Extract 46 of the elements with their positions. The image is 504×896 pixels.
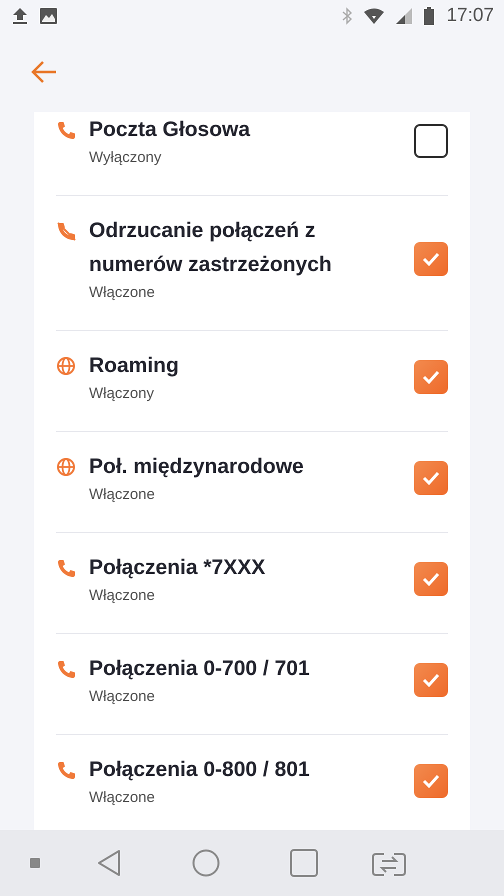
globe-icon <box>56 356 76 376</box>
checkmark-icon <box>422 370 440 384</box>
setting-title: Połączenia 0-700 / 701 <box>89 656 311 682</box>
bluetooth-icon <box>342 7 352 25</box>
switch-icon[interactable] <box>372 850 406 876</box>
back-nav-icon[interactable] <box>96 849 122 877</box>
setting-status: Włączony <box>89 384 154 404</box>
checkmark-icon <box>422 572 440 586</box>
image-icon <box>40 8 57 24</box>
phone-icon <box>56 120 76 140</box>
back-button[interactable] <box>30 60 58 84</box>
checkbox[interactable] <box>414 764 448 798</box>
setting-status: Włączone <box>89 788 155 808</box>
checkbox[interactable] <box>414 461 448 495</box>
phone-icon <box>56 659 76 679</box>
setting-title: Roaming <box>89 353 180 379</box>
checkbox[interactable] <box>414 562 448 596</box>
recents-nav-icon[interactable] <box>290 849 318 877</box>
checkbox[interactable] <box>414 242 448 276</box>
setting-status: Włączone <box>89 283 155 303</box>
phone-icon <box>56 760 76 780</box>
checkbox[interactable] <box>414 124 448 158</box>
checkmark-icon <box>422 471 440 485</box>
signal-icon <box>396 8 412 24</box>
wifi-icon <box>364 8 384 24</box>
setting-status: Włączone <box>89 485 155 505</box>
globe-icon <box>56 457 76 477</box>
checkmark-icon <box>422 673 440 687</box>
upload-icon <box>12 7 28 25</box>
setting-title: Połączenia *7XXX <box>89 555 266 581</box>
home-nav-icon[interactable] <box>192 849 220 877</box>
status-time: 17:07 <box>446 5 494 27</box>
setting-title: Odrzucanie połączeń z numerów zastrzeżonych <box>89 218 333 278</box>
setting-title: Połączenia 0-800 / 801 <box>89 757 311 783</box>
setting-status: Włączone <box>89 586 155 606</box>
checkbox[interactable] <box>414 663 448 697</box>
checkmark-icon <box>422 774 440 788</box>
setting-status: Włączone <box>89 687 155 707</box>
setting-status: Wyłączony <box>89 148 162 168</box>
phone-icon <box>56 558 76 578</box>
checkbox[interactable] <box>414 360 448 394</box>
checkmark-icon <box>422 252 440 266</box>
battery-icon <box>424 7 434 25</box>
setting-title: Poł. międzynarodowe <box>89 454 305 480</box>
setting-title: Poczta Głosowa <box>89 117 252 143</box>
blocked-phone-icon <box>56 221 76 241</box>
